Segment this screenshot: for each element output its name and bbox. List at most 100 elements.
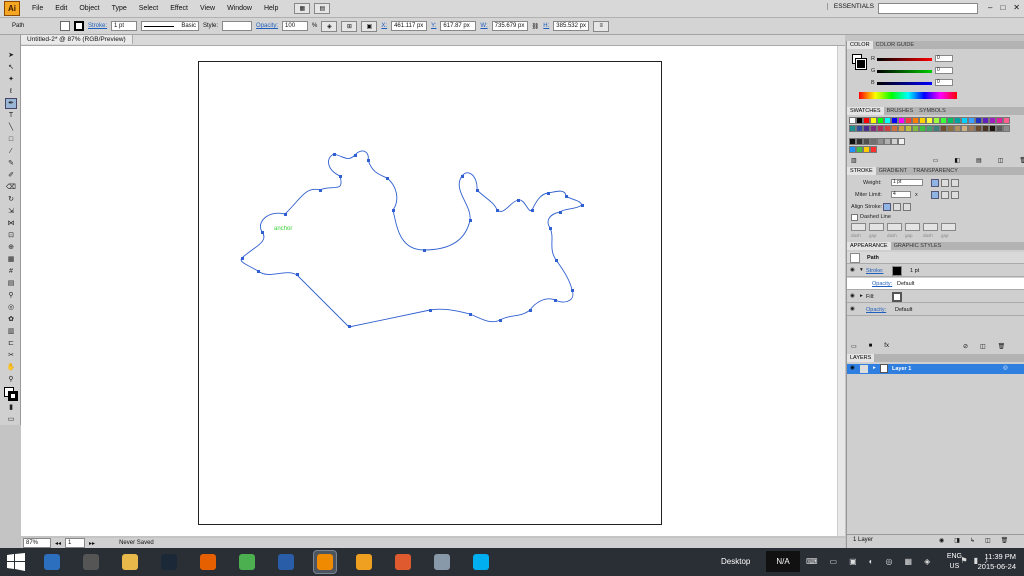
dash-3-field[interactable] bbox=[923, 223, 938, 231]
align-inside-icon[interactable] bbox=[893, 203, 901, 211]
cap-round-icon[interactable] bbox=[941, 179, 949, 187]
add-fill-icon[interactable]: ■ bbox=[869, 343, 873, 350]
zoom-field[interactable]: 87% bbox=[23, 538, 51, 548]
swatch-row1-22[interactable] bbox=[1003, 117, 1010, 124]
swatch-row2-1[interactable] bbox=[856, 125, 863, 132]
taskbar-steam-icon[interactable] bbox=[158, 551, 180, 573]
appearance-opacity-2-label[interactable]: Opacity: bbox=[866, 307, 886, 313]
swatch-row1-13[interactable] bbox=[940, 117, 947, 124]
clock[interactable]: 11:39 PM 2015-06-24 bbox=[978, 552, 1016, 572]
tray-app-5-icon[interactable]: ▦ bbox=[905, 557, 913, 566]
appearance-stroke-label[interactable]: Stroke: bbox=[866, 268, 883, 274]
swatch-row1-18[interactable] bbox=[975, 117, 982, 124]
swatch-row2-19[interactable] bbox=[982, 125, 989, 132]
taskbar-photoshop-icon[interactable] bbox=[275, 551, 297, 573]
make-clipping-mask-icon[interactable]: ◨ bbox=[954, 537, 960, 544]
swatch-row2-18[interactable] bbox=[975, 125, 982, 132]
swatch-options-icon[interactable]: ◧ bbox=[954, 157, 960, 164]
swatch-row2-0[interactable] bbox=[849, 125, 856, 132]
swatch-row1-1[interactable] bbox=[856, 117, 863, 124]
appearance-fill-row[interactable]: ◉ ▸ Fill: bbox=[847, 291, 1024, 303]
tab-transparency[interactable]: TRANSPARENCY bbox=[910, 167, 961, 175]
duplicate-item-icon[interactable]: ◫ bbox=[980, 343, 986, 350]
swatch-row1-14[interactable] bbox=[947, 117, 954, 124]
swatch-row2-14[interactable] bbox=[947, 125, 954, 132]
tab-gradient[interactable]: GRADIENT bbox=[876, 167, 910, 175]
swatch-row1-11[interactable] bbox=[926, 117, 933, 124]
opacity-visibility-eye-icon[interactable]: ◉ bbox=[850, 306, 855, 312]
swatch-row3-1[interactable] bbox=[856, 138, 863, 145]
layer-row[interactable]: ◉ ▸ Layer 1 ◎ bbox=[847, 364, 1024, 374]
appearance-opacity-row-2[interactable]: ◉ Opacity: Default bbox=[847, 304, 1024, 316]
appearance-stroke-swatch[interactable] bbox=[892, 266, 902, 276]
swatch-row3-5[interactable] bbox=[884, 138, 891, 145]
layer-expand-icon[interactable]: ▸ bbox=[873, 365, 876, 371]
join-bevel-icon[interactable] bbox=[951, 191, 959, 199]
red-input[interactable]: 0 bbox=[935, 55, 953, 62]
swatch-row1-20[interactable] bbox=[989, 117, 996, 124]
join-miter-icon[interactable] bbox=[931, 191, 939, 199]
swatch-row1-16[interactable] bbox=[961, 117, 968, 124]
swatch-row3-4[interactable] bbox=[877, 138, 884, 145]
new-sublayer-icon[interactable]: ↳ bbox=[970, 537, 975, 544]
taskbar-illustrator-icon[interactable] bbox=[313, 550, 337, 574]
taskbar-skype-icon[interactable] bbox=[470, 551, 492, 573]
swatch-row1-21[interactable] bbox=[996, 117, 1003, 124]
taskbar-calculator-icon[interactable] bbox=[431, 551, 453, 573]
clear-appearance-icon[interactable]: ⊘ bbox=[963, 343, 968, 350]
swatch-row2-4[interactable] bbox=[877, 125, 884, 132]
green-slider[interactable] bbox=[877, 70, 932, 73]
swatch-row1-10[interactable] bbox=[919, 117, 926, 124]
swatch-row2-10[interactable] bbox=[919, 125, 926, 132]
swatch-row4-0[interactable] bbox=[849, 146, 856, 153]
dash-2-field[interactable] bbox=[887, 223, 902, 231]
tray-app-6-icon[interactable]: ◈ bbox=[924, 557, 930, 566]
swatch-row1-3[interactable] bbox=[870, 117, 877, 124]
stroke-visibility-eye-icon[interactable]: ◉ bbox=[850, 267, 855, 273]
swatch-row3-7[interactable] bbox=[898, 138, 905, 145]
delete-swatch-icon[interactable]: 🗑 bbox=[1019, 157, 1024, 164]
swatch-row2-6[interactable] bbox=[891, 125, 898, 132]
swatch-row2-15[interactable] bbox=[954, 125, 961, 132]
show-kinds-icon[interactable]: ▭ bbox=[933, 157, 939, 164]
appearance-stroke-row[interactable]: ◉ ▾ Stroke: 1 pt bbox=[847, 265, 1024, 277]
layer-name[interactable]: Layer 1 bbox=[892, 366, 911, 372]
gap-3-field[interactable] bbox=[941, 223, 956, 231]
weight-input[interactable]: 1 pt bbox=[891, 179, 923, 186]
fill-expand-icon[interactable]: ▸ bbox=[860, 293, 863, 299]
swatch-row2-7[interactable] bbox=[898, 125, 905, 132]
swatch-row3-3[interactable] bbox=[870, 138, 877, 145]
tab-color[interactable]: COLOR bbox=[847, 41, 873, 49]
swatch-row2-20[interactable] bbox=[989, 125, 996, 132]
delete-layer-icon[interactable]: 🗑 bbox=[1001, 537, 1009, 544]
cap-butt-icon[interactable] bbox=[931, 179, 939, 187]
red-slider[interactable] bbox=[877, 58, 932, 61]
tray-app-4-icon[interactable]: ◎ bbox=[886, 557, 893, 566]
tab-color-guide[interactable]: COLOR GUIDE bbox=[873, 41, 918, 49]
join-round-icon[interactable] bbox=[941, 191, 949, 199]
blue-slider[interactable] bbox=[877, 82, 932, 85]
swatch-row2-11[interactable] bbox=[926, 125, 933, 132]
swatch-row2-2[interactable] bbox=[863, 125, 870, 132]
swatch-row3-2[interactable] bbox=[863, 138, 870, 145]
tab-symbols[interactable]: SYMBOLS bbox=[916, 107, 949, 115]
taskbar-tumblr-icon[interactable] bbox=[392, 551, 414, 573]
swatch-row1-8[interactable] bbox=[905, 117, 912, 124]
swatch-row1-6[interactable] bbox=[891, 117, 898, 124]
fill-visibility-eye-icon[interactable]: ◉ bbox=[850, 293, 855, 299]
tab-swatches[interactable]: SWATCHES bbox=[847, 107, 884, 115]
dashed-line-checkbox[interactable] bbox=[851, 214, 858, 221]
swatch-row3-6[interactable] bbox=[891, 138, 898, 145]
tab-stroke[interactable]: STROKE bbox=[847, 167, 876, 175]
new-color-group-icon[interactable]: ▤ bbox=[976, 157, 982, 164]
swatch-row1-7[interactable] bbox=[898, 117, 905, 124]
swatch-row1-17[interactable] bbox=[968, 117, 975, 124]
taskbar-media-icon[interactable] bbox=[353, 551, 375, 573]
blue-input[interactable]: 0 bbox=[935, 79, 953, 86]
appearance-fill-swatch[interactable] bbox=[892, 292, 902, 302]
green-input[interactable]: 0 bbox=[935, 67, 953, 74]
taskbar-pen-icon[interactable] bbox=[41, 551, 63, 573]
panel-stroke-box[interactable] bbox=[855, 58, 867, 70]
miter-input[interactable]: 4 bbox=[891, 191, 911, 198]
swatch-row2-16[interactable] bbox=[961, 125, 968, 132]
